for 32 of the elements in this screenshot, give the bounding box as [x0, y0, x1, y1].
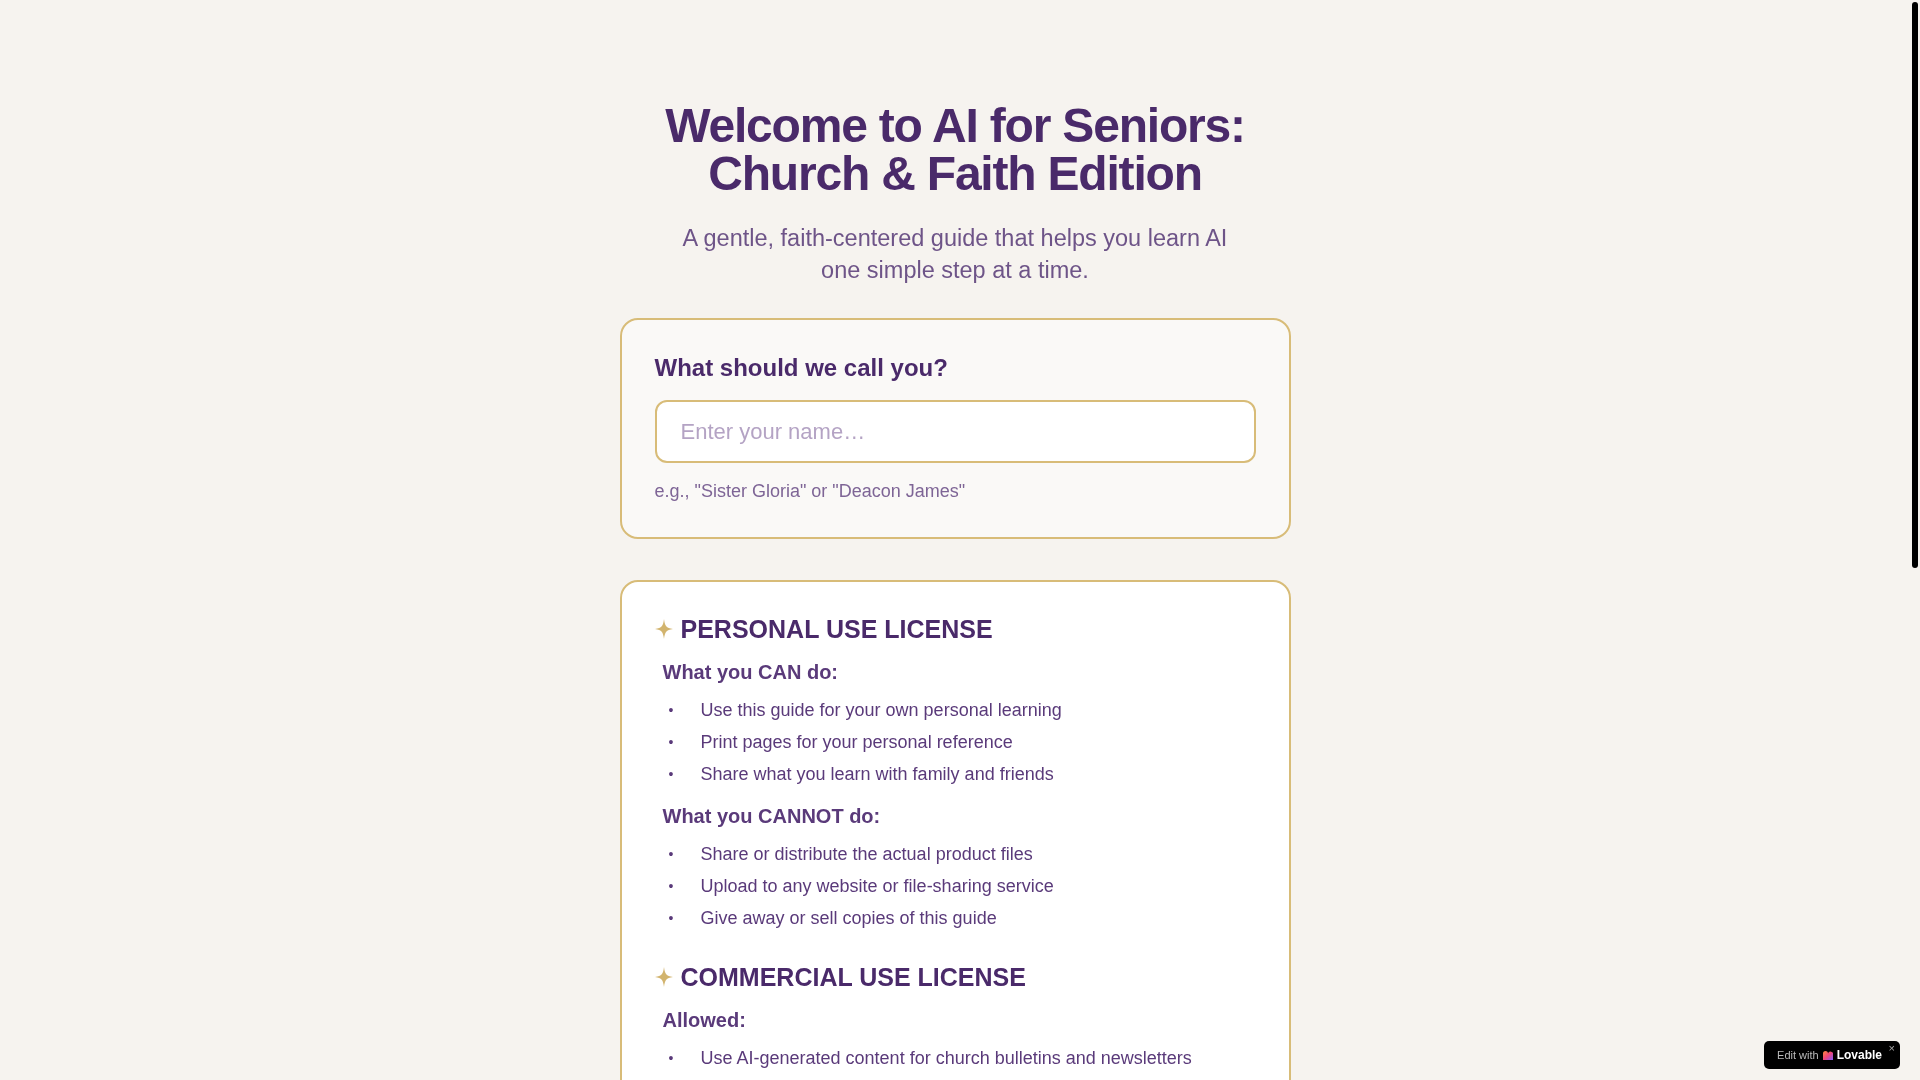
- heart-logo-icon: [1822, 1050, 1833, 1060]
- bullet: •: [668, 878, 675, 894]
- bullet: •: [668, 734, 675, 750]
- card-heading: What should we call you?: [654, 353, 949, 383]
- bullet: •: [668, 702, 675, 718]
- group-heading: Allowed:: [662, 1008, 747, 1033]
- sparkle-icon: [654, 967, 673, 987]
- bullet: •: [668, 846, 675, 862]
- bullet: •: [668, 1050, 675, 1066]
- page-title: Church & Faith Edition: [708, 150, 1202, 198]
- list-item: Give away or sell copies of this guide: [700, 907, 997, 929]
- list-item: Share or distribute the actual product files: [700, 843, 1033, 865]
- section-title: PERSONAL USE LICENSE: [680, 614, 993, 645]
- name-input-field[interactable]: Enter your name…: [654, 400, 1256, 463]
- list-item: Use AI-generated content for church bulletins and newsletters: [700, 1047, 1192, 1069]
- bullet: •: [668, 766, 675, 782]
- page-title: Welcome to AI for Seniors:: [665, 102, 1245, 150]
- brand-name: Lovable: [1836, 1048, 1882, 1062]
- sparkle-icon: [654, 619, 673, 639]
- list-item: Upload to any website or file-sharing service: [700, 875, 1054, 897]
- edit-badge[interactable]: Edit with Lovable ×: [1764, 1041, 1900, 1069]
- subtitle: A gentle, faith-centered guide that helps you learn AI one simple step at a time.: [682, 224, 1228, 285]
- hint-text: e.g., "Sister Gloria" or "Deacon James": [654, 480, 967, 503]
- badge-text: Edit with: [1777, 1049, 1819, 1061]
- list-item: Use this guide for your own personal learning: [700, 699, 1062, 721]
- group-heading: What you CAN do:: [662, 660, 840, 685]
- list-item: Share what you learn with family and friends: [700, 763, 1054, 785]
- section-title: COMMERCIAL USE LICENSE: [680, 962, 1026, 993]
- bullet: •: [668, 910, 675, 926]
- group-heading: What you CANNOT do:: [662, 804, 882, 829]
- list-item: Print pages for your personal reference: [700, 731, 1013, 753]
- close-icon[interactable]: ×: [1888, 1042, 1895, 1054]
